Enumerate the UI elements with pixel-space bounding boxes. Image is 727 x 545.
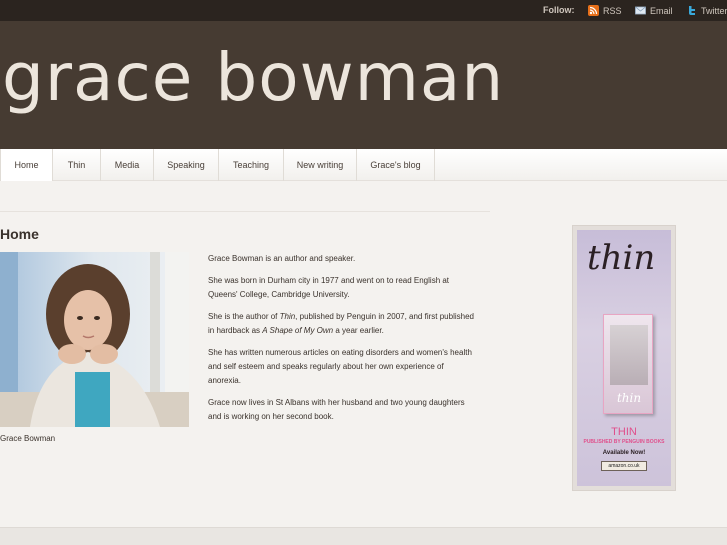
footer-band — [0, 527, 727, 545]
rss-link[interactable]: RSS — [588, 5, 622, 16]
book-cover: thin — [603, 314, 653, 414]
ad-line-2: PUBLISHED BY PENGUIN BOOKS — [583, 439, 665, 445]
nav-item-teaching[interactable]: Teaching — [219, 149, 284, 181]
content-divider — [0, 211, 490, 212]
bio-paragraph-4: She has written numerous articles on eat… — [208, 348, 472, 385]
book-ad[interactable]: thin thin THIN PUBLISHED BY PENGUIN BOOK… — [572, 225, 676, 491]
page-title: Home — [0, 226, 39, 242]
nav-item-home[interactable]: Home — [0, 149, 53, 181]
bio-text: Grace Bowman is an author and speaker. S… — [208, 252, 478, 432]
ad-script-title: thin — [587, 238, 656, 278]
rss-icon — [588, 5, 599, 16]
email-label: Email — [650, 5, 673, 16]
bio-paragraph-1: Grace Bowman is an author and speaker. — [208, 254, 356, 263]
main-nav: Home Thin Media Speaking Teaching New wr… — [0, 149, 727, 181]
bio-paragraph-2: She was born in Durham city in 1977 and … — [208, 276, 450, 299]
email-link[interactable]: Email — [635, 5, 673, 16]
ad-line-1: THIN — [611, 426, 637, 438]
ad-line-3: Available Now! — [602, 450, 646, 456]
photo-caption: Grace Bowman — [0, 434, 56, 443]
twitter-label: Twitter — [701, 5, 727, 16]
book-title-shape: A Shape of My Own — [262, 326, 334, 335]
follow-label: Follow: — [543, 5, 575, 15]
site-header: grace bowman — [0, 21, 727, 149]
author-photo — [0, 252, 189, 427]
bio-paragraph-3: She is the author of Thin, published by … — [208, 310, 478, 338]
book-title-thin: Thin — [279, 312, 296, 321]
twitter-icon — [689, 6, 695, 15]
nav-item-graces-blog[interactable]: Grace's blog — [357, 149, 435, 181]
bio-paragraph-3-after: a year earlier. — [333, 326, 384, 335]
bio-paragraph-3-before: She is the author of — [208, 312, 280, 321]
nav-item-new-writing[interactable]: New writing — [284, 149, 357, 181]
site-title[interactable]: grace bowman — [2, 45, 504, 111]
ad-retailer-badge[interactable]: amazon.co.uk — [601, 461, 647, 471]
nav-item-thin[interactable]: Thin — [53, 149, 101, 181]
nav-item-speaking[interactable]: Speaking — [154, 149, 219, 181]
rss-label: RSS — [603, 5, 622, 16]
twitter-link[interactable]: Twitter — [686, 5, 727, 16]
book-ad-image: thin thin THIN PUBLISHED BY PENGUIN BOOK… — [577, 230, 671, 486]
bio-paragraph-5: Grace now lives in St Albans with her hu… — [208, 398, 465, 421]
author-photo-image — [0, 252, 189, 427]
email-icon — [635, 6, 646, 15]
nav-item-media[interactable]: Media — [101, 149, 154, 181]
ad-retailer-label: amazon.co.uk — [608, 463, 640, 469]
follow-bar: Follow: RSS Email Twitter — [0, 0, 727, 21]
